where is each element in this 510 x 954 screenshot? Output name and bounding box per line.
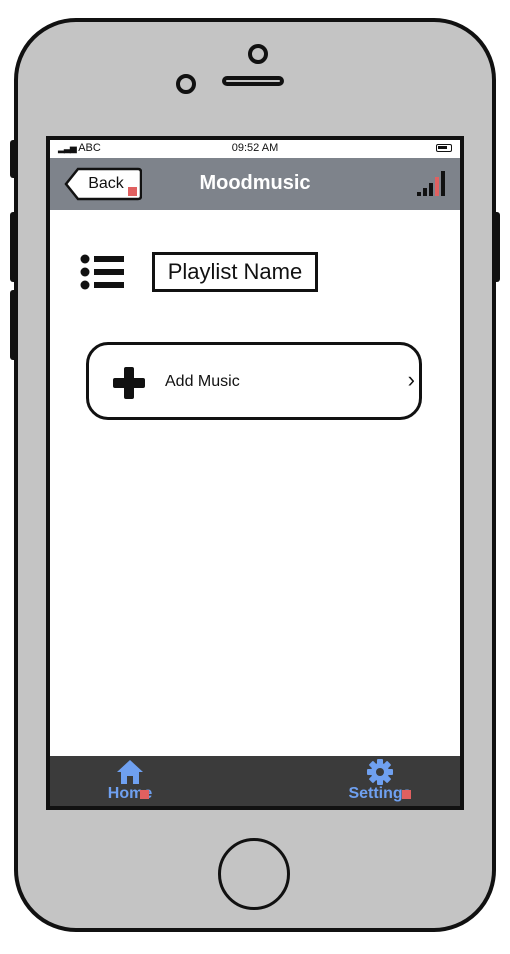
tab-home[interactable]: Home — [100, 756, 160, 806]
status-bar: ▂▃▅ ABC 09:52 AM — [50, 140, 460, 158]
volume-down-button — [10, 290, 18, 360]
link-marker — [402, 790, 411, 799]
screen: ▂▃▅ ABC 09:52 AM Back Moodmusic Playlist… — [46, 136, 464, 810]
home-icon — [117, 760, 143, 784]
signal-icon — [417, 171, 445, 196]
sensor-dot — [176, 74, 196, 94]
power-button — [492, 212, 500, 282]
tab-bar: Home Settings — [50, 756, 460, 806]
add-music-row[interactable]: Add Music › — [86, 342, 422, 420]
link-marker — [140, 790, 149, 799]
tab-home-label: Home — [107, 785, 153, 802]
camera-icon — [248, 44, 268, 64]
tab-settings[interactable]: Settings — [340, 756, 420, 806]
chevron-right-icon: › — [407, 367, 415, 392]
mute-switch — [10, 140, 18, 178]
app-title: Moodmusic — [199, 172, 311, 194]
status-time: 09:52 AM — [231, 142, 279, 154]
plus-icon — [113, 367, 145, 399]
gear-icon — [367, 759, 393, 785]
nav-bar: Back Moodmusic — [50, 158, 460, 210]
volume-up-button — [10, 212, 18, 282]
add-music-label: Add Music — [165, 373, 240, 390]
list-menu-icon[interactable] — [80, 254, 126, 290]
playlist-name-field[interactable]: Playlist Name — [152, 252, 318, 292]
home-button[interactable] — [218, 838, 290, 910]
battery-icon — [436, 144, 452, 152]
speaker-grille — [222, 76, 284, 86]
